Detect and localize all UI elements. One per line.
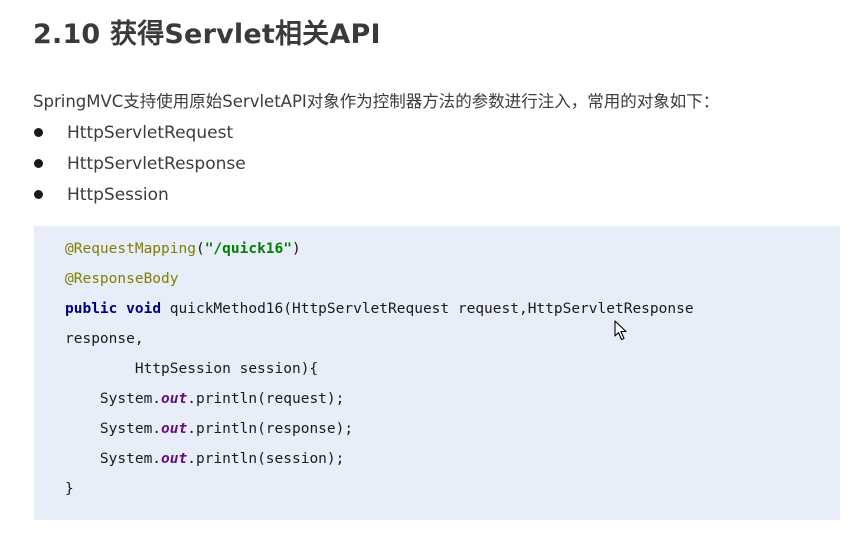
code-block: @RequestMapping("/quick16") @ResponseBod… (34, 226, 840, 520)
bullet-text: HttpSession (67, 184, 169, 205)
code-line-5: HttpSession session){ (65, 359, 318, 379)
code-string: "/quick16" (204, 241, 292, 257)
code-line-9: } (65, 479, 74, 499)
code-text: HttpSession session){ (65, 361, 319, 377)
code-line-8: System.out.println(session); (65, 449, 344, 469)
code-line-2: @ResponseBody (65, 269, 179, 289)
code-text: quickMethod16(HttpServletRequest request… (161, 301, 694, 317)
code-line-7: System.out.println(response); (65, 419, 353, 439)
list-item: HttpServletResponse (33, 148, 246, 179)
code-text: .println(session); (187, 451, 345, 467)
code-text: } (65, 481, 74, 497)
code-line-1: @RequestMapping("/quick16") (65, 239, 301, 259)
code-paren: ) (292, 241, 301, 257)
list-item: HttpServletRequest (33, 117, 246, 148)
code-annotation: @ResponseBody (65, 271, 179, 287)
intro-paragraph: SpringMVC支持使用原始ServletAPI对象作为控制器方法的参数进行注… (33, 92, 720, 111)
code-text: System. (65, 451, 162, 467)
code-text: System. (65, 391, 162, 407)
code-text: .println(request); (187, 391, 345, 407)
bullet-text: HttpServletRequest (67, 122, 234, 143)
bullet-text: HttpServletResponse (67, 153, 246, 174)
code-text: response, (65, 331, 144, 347)
code-text: System. (65, 421, 162, 437)
bullet-list: HttpServletRequest HttpServletResponse H… (33, 117, 246, 210)
code-static-field: out (161, 391, 188, 407)
bullet-icon (34, 190, 43, 199)
mouse-pointer-icon (614, 320, 627, 341)
code-paren: ( (195, 241, 205, 257)
code-static-field: out (161, 421, 188, 437)
page-title: 2.10 获得Servlet相关API (33, 19, 381, 50)
list-item: HttpSession (33, 179, 246, 210)
code-text: .println(response); (187, 421, 354, 437)
code-static-field: out (161, 451, 188, 467)
code-line-6: System.out.println(request); (65, 389, 344, 409)
code-line-3: public void quickMethod16(HttpServletReq… (65, 299, 694, 319)
code-line-4: response, (65, 329, 144, 349)
bullet-icon (34, 128, 43, 137)
code-keyword: void (126, 301, 162, 317)
code-keyword: public (65, 301, 118, 317)
bullet-icon (34, 159, 43, 168)
code-annotation: @RequestMapping (65, 241, 196, 257)
